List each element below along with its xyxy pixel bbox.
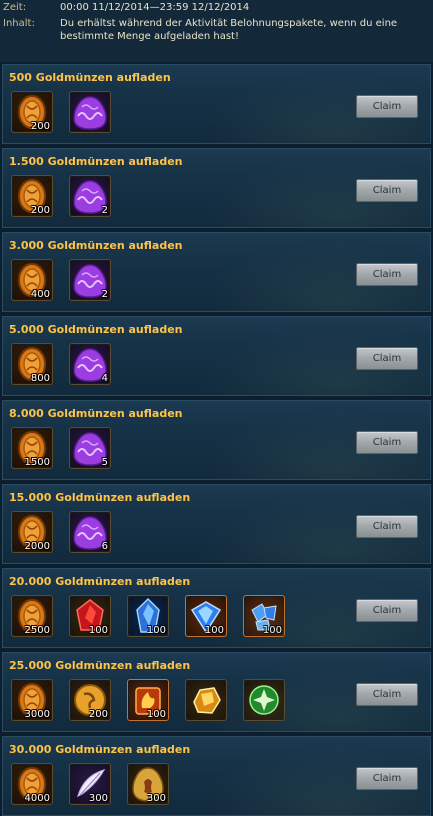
item-quantity: 2	[101, 205, 108, 216]
blue-gem-icon[interactable]: 100	[185, 595, 227, 637]
time-label: Zeit:	[3, 2, 27, 13]
blue-shards-icon[interactable]: 100	[243, 595, 285, 637]
reward-tier-title: 20.000 Goldmünzen aufladen	[9, 575, 191, 588]
gold-coin-icon[interactable]: 2500	[11, 595, 53, 637]
item-quantity: 200	[88, 709, 108, 720]
reward-tier-row: 3.000 Goldmünzen aufladen 400 2 Claim	[2, 232, 431, 312]
item-quantity: 100	[88, 625, 108, 636]
item-quantity: 2500	[24, 625, 50, 636]
claim-button[interactable]: Claim	[356, 95, 418, 118]
claim-button[interactable]: Claim	[356, 263, 418, 286]
purple-egg-icon[interactable]	[69, 91, 111, 133]
item-quantity: 800	[30, 373, 50, 384]
blue-crystal-icon[interactable]: 100	[127, 595, 169, 637]
reward-tier-row: 8.000 Goldmünzen aufladen 1500 5 Claim	[2, 400, 431, 480]
reward-tier-title: 3.000 Goldmünzen aufladen	[9, 239, 183, 252]
item-quantity: 4000	[24, 793, 50, 804]
amber-stone-icon[interactable]	[185, 679, 227, 721]
claim-button[interactable]: Claim	[356, 767, 418, 790]
gold-coin-icon[interactable]: 4000	[11, 763, 53, 805]
reward-tier-title: 25.000 Goldmünzen aufladen	[9, 659, 191, 672]
item-quantity: 2000	[24, 541, 50, 552]
item-quantity: 100	[146, 625, 166, 636]
item-quantity: 300	[146, 793, 166, 804]
purple-egg-icon[interactable]: 6	[69, 511, 111, 553]
item-quantity: 3000	[24, 709, 50, 720]
purple-egg-icon[interactable]: 4	[69, 343, 111, 385]
gold-coin-icon[interactable]: 800	[11, 343, 53, 385]
item-quantity: 100	[262, 625, 282, 636]
claim-button[interactable]: Claim	[356, 431, 418, 454]
reward-tier-title: 1.500 Goldmünzen aufladen	[9, 155, 183, 168]
claim-button[interactable]: Claim	[356, 347, 418, 370]
claim-button[interactable]: Claim	[356, 179, 418, 202]
gold-coin-icon[interactable]: 400	[11, 259, 53, 301]
item-quantity: 100	[204, 625, 224, 636]
golden-egg-icon[interactable]: 300	[127, 763, 169, 805]
time-value: 00:00 11/12/2014—23:59 12/12/2014	[60, 2, 250, 13]
reward-tier-row: 15.000 Goldmünzen aufladen 2000 6 Claim	[2, 484, 431, 564]
item-quantity: 300	[88, 793, 108, 804]
item-quantity: 400	[30, 289, 50, 300]
gold-coin-icon[interactable]: 200	[11, 175, 53, 217]
reward-tier-title: 8.000 Goldmünzen aufladen	[9, 407, 183, 420]
reward-tier-row: 1.500 Goldmünzen aufladen 200 2 Claim	[2, 148, 431, 228]
claim-button[interactable]: Claim	[356, 683, 418, 706]
gold-coin-icon[interactable]: 3000	[11, 679, 53, 721]
red-crystal-icon[interactable]: 100	[69, 595, 111, 637]
reward-tier-row: 25.000 Goldmünzen aufladen 3000 200 100 Clai…	[2, 652, 431, 732]
item-quantity: 4	[101, 373, 108, 384]
claim-button[interactable]: Claim	[356, 599, 418, 622]
content-label: Inhalt:	[3, 18, 35, 29]
item-quantity: 2	[101, 289, 108, 300]
event-info-header: Zeit: 00:00 11/12/2014—23:59 12/12/2014 …	[0, 0, 433, 62]
white-feather-icon[interactable]: 300	[69, 763, 111, 805]
gold-coin-icon[interactable]: 2000	[11, 511, 53, 553]
reward-tier-row: 5.000 Goldmünzen aufladen 800 4 Claim	[2, 316, 431, 396]
fire-scroll-icon[interactable]: 100	[127, 679, 169, 721]
reward-tier-row: 30.000 Goldmünzen aufladen 4000 300 300 Clai…	[2, 736, 431, 816]
purple-egg-icon[interactable]: 2	[69, 175, 111, 217]
reward-tier-title: 30.000 Goldmünzen aufladen	[9, 743, 191, 756]
purple-egg-icon[interactable]: 5	[69, 427, 111, 469]
item-quantity: 200	[30, 121, 50, 132]
item-quantity: 6	[101, 541, 108, 552]
item-quantity: 5	[101, 457, 108, 468]
content-value: Du erhältst während der Aktivität Belohn…	[60, 18, 398, 42]
reward-tier-row: 500 Goldmünzen aufladen 200 Claim	[2, 64, 431, 144]
reward-tier-title: 15.000 Goldmünzen aufladen	[9, 491, 191, 504]
reward-tier-row: 20.000 Goldmünzen aufladen 2500 100 100 100 1…	[2, 568, 431, 648]
gold-token-icon[interactable]: 200	[69, 679, 111, 721]
green-star-icon[interactable]	[243, 679, 285, 721]
gold-coin-icon[interactable]: 1500	[11, 427, 53, 469]
claim-button[interactable]: Claim	[356, 515, 418, 538]
item-quantity: 1500	[24, 457, 50, 468]
purple-egg-icon[interactable]: 2	[69, 259, 111, 301]
gold-coin-icon[interactable]: 200	[11, 91, 53, 133]
item-quantity: 200	[30, 205, 50, 216]
item-quantity: 100	[146, 709, 166, 720]
reward-tier-title: 5.000 Goldmünzen aufladen	[9, 323, 183, 336]
reward-tier-title: 500 Goldmünzen aufladen	[9, 71, 171, 84]
